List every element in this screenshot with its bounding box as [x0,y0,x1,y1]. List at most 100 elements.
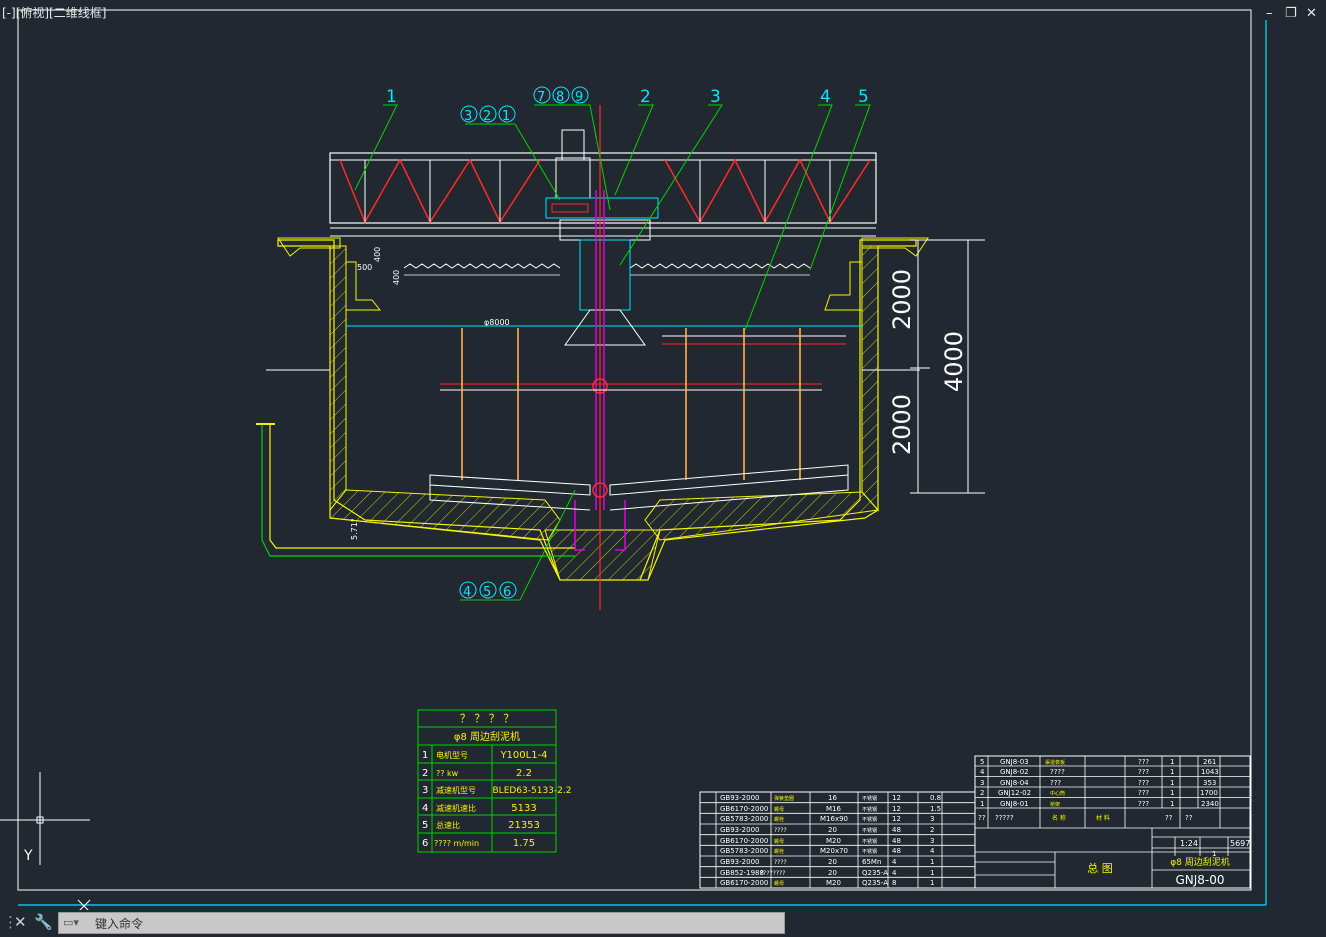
dim-8000: φ8000 [484,318,510,327]
drawing-number: GNJ8-00 [1175,873,1224,887]
balloon: 3 [710,87,721,107]
svg-text:???: ??? [1050,779,1061,787]
wrench-icon[interactable]: 🔧 [34,913,53,931]
sheet: 1 [1212,850,1216,858]
svg-text:1043: 1043 [1201,768,1219,776]
svg-text:4: 4 [930,847,935,855]
balloon: 5 [858,87,869,107]
svg-text:261: 261 [1203,758,1216,766]
svg-text:不锈钢: 不锈钢 [862,816,877,823]
svg-text:螺母: 螺母 [774,838,784,845]
svg-text:GB852-1988: GB852-1988 [720,869,764,877]
svg-text:1: 1 [1170,768,1174,776]
svg-text:材 料: 材 料 [1096,814,1110,822]
rake-arms [429,328,849,511]
svg-text:5: 5 [422,820,428,831]
balloon: 5 [483,585,491,600]
svg-text:??: ?? [1165,814,1173,822]
close-icon[interactable]: ✕ [14,913,27,931]
svg-text:GB5783-2000: GB5783-2000 [720,847,768,855]
restore-icon[interactable]: ❐ [1285,6,1297,21]
svg-text:GNJ8-01: GNJ8-01 [1000,800,1029,808]
svg-text:GB93-2000: GB93-2000 [720,826,759,834]
svg-text:GB93-2000: GB93-2000 [720,794,759,802]
svg-text:353: 353 [1203,779,1216,787]
svg-text:???: ??? [1138,768,1149,776]
weight: 5697 [1230,839,1250,848]
balloon: 4 [820,87,831,107]
svg-text:???: ??? [1138,779,1149,787]
svg-text:1: 1 [422,750,428,761]
svg-text:Q235-A: Q235-A [862,869,888,877]
svg-text:GB6170-2000: GB6170-2000 [720,837,768,845]
model-viewport[interactable]: 1 3 2 1 7 8 9 2 3 4 5 4 5 6 2000 2000 40… [0,0,1326,910]
svg-text:不锈钢: 不锈钢 [862,795,877,802]
cad-drawing[interactable]: 1 3 2 1 7 8 9 2 3 4 5 4 5 6 2000 2000 40… [0,0,1326,910]
svg-text:渠道衰板: 渠道衰板 [1045,759,1065,766]
dim-2000-lower: 2000 [888,394,916,455]
product-name: φ8 周边刮泥机 [1170,856,1230,868]
svg-text:GB6170-2000: GB6170-2000 [720,879,768,887]
command-bar: ⋮ ✕ 🔧 ▭▾ 键入命令 [0,910,1326,937]
close-icon[interactable]: ✕ [1306,6,1317,21]
svg-text:???: ??? [1138,758,1149,766]
svg-text:2: 2 [980,789,984,797]
svg-text:4: 4 [892,858,897,866]
svg-text:20: 20 [828,869,837,877]
svg-text:M16: M16 [826,805,841,813]
svg-text:????????: ???????? [760,870,785,877]
svg-text:3: 3 [980,779,984,787]
viewport-label[interactable]: [-][俯视][二维线框] [2,4,106,21]
svg-text:桥架: 桥架 [1050,801,1060,808]
svg-text:螺栓: 螺栓 [774,848,784,855]
command-placeholder: 键入命令 [95,917,144,931]
balloon: 2 [640,87,651,107]
svg-text:65Mn: 65Mn [862,858,881,866]
svg-text:2: 2 [422,768,428,779]
bridge-truss [329,152,877,237]
svg-text:48: 48 [892,847,901,855]
svg-text:M20: M20 [826,837,841,845]
balloon: 7 [537,90,545,105]
svg-text:1700: 1700 [1200,789,1218,797]
svg-text:螺母: 螺母 [774,806,784,813]
minimize-icon[interactable]: – [1266,6,1273,21]
svg-text:1: 1 [930,879,934,887]
svg-text:名 称: 名 称 [1052,814,1066,822]
param-subheader: φ8 周边刮泥机 [454,730,520,743]
svg-text:GB93-2000: GB93-2000 [720,858,759,866]
svg-text:???? m/min: ???? m/min [434,839,479,848]
svg-text:不锈钢: 不锈钢 [862,838,877,845]
balloon: 9 [575,90,583,105]
balloon: 8 [556,90,564,105]
svg-text:21353: 21353 [508,820,540,831]
svg-text:Y: Y [23,848,33,864]
dim-400-b: 400 [392,270,401,285]
svg-text:1: 1 [1170,758,1174,766]
svg-text:??: ?? [1185,814,1193,822]
svg-text:减速机型号: 减速机型号 [436,785,476,795]
svg-text:3: 3 [930,837,934,845]
svg-text:电机型号: 电机型号 [436,750,468,760]
dim-400-a: 400 [373,247,382,262]
sheet-border [17,9,1252,891]
svg-text:2340: 2340 [1201,800,1219,808]
svg-text:20: 20 [828,826,837,834]
drawing-title: 总 图 [1087,861,1113,875]
svg-text:2: 2 [930,826,934,834]
param-header: ？ ？ ？ ？ [460,712,515,725]
svg-text:GNJ8-03: GNJ8-03 [1000,758,1029,766]
balloon: 1 [502,109,510,124]
svg-text:GNJ8-04: GNJ8-04 [1000,779,1029,787]
svg-text:4: 4 [422,803,428,814]
svg-text:GB5783-2000: GB5783-2000 [720,815,768,823]
command-input[interactable]: ▭▾ 键入命令 [58,912,785,934]
command-history-icon[interactable]: ▭▾ [63,916,79,929]
svg-text:M20: M20 [826,879,841,887]
svg-text:Y100L1-4: Y100L1-4 [499,750,547,761]
svg-text:48: 48 [892,826,901,834]
svg-text:5133: 5133 [511,803,536,814]
svg-text:1: 1 [930,858,934,866]
svg-text:12: 12 [892,794,901,802]
svg-text:弹簧垫圈: 弹簧垫圈 [774,795,794,802]
